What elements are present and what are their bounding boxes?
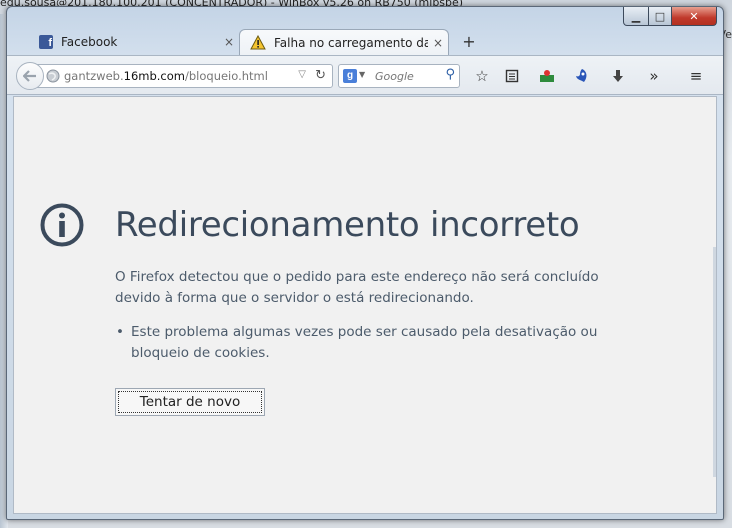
minimize-button[interactable]: ▁ <box>623 7 649 26</box>
reading-list-icon[interactable] <box>501 66 523 86</box>
new-tab-button[interactable]: + <box>459 33 479 53</box>
menu-icon[interactable]: ≡ <box>685 66 707 86</box>
search-icon[interactable]: ⚲ <box>445 67 455 82</box>
download-icon[interactable] <box>607 66 629 86</box>
warning-icon <box>250 35 266 50</box>
back-button[interactable] <box>16 62 44 90</box>
reload-icon[interactable]: ↻ <box>315 68 326 83</box>
tab-strip: f Facebook × Falha no carregamento da ..… <box>29 27 629 55</box>
window-caption-buttons: ▁ □ ✕ <box>623 7 717 26</box>
info-icon <box>40 203 84 247</box>
side-scroll-edge <box>713 247 716 477</box>
custom-addon-icon[interactable] <box>571 66 593 86</box>
error-hint-item: • Este problema algumas vezes pode ser c… <box>115 322 615 364</box>
facebook-icon: f <box>39 35 53 49</box>
tab-facebook[interactable]: f Facebook × <box>29 29 239 55</box>
chevron-down-icon[interactable]: ▼ <box>359 70 365 79</box>
back-arrow-icon <box>23 70 36 82</box>
retry-button[interactable]: Tentar de novo <box>115 388 265 416</box>
url-bar[interactable]: gantzweb.16mb.com/bloqueio.html ▽ ↻ <box>31 64 333 88</box>
firefox-window: ▁ □ ✕ f Facebook × Falha no carregamento… <box>6 6 724 520</box>
close-window-button[interactable]: ✕ <box>672 7 717 26</box>
maximize-button[interactable]: □ <box>649 7 672 26</box>
globe-icon <box>46 69 60 83</box>
tab-label: Facebook <box>61 35 118 49</box>
error-description: O Firefox detectou que o pedido para est… <box>115 269 599 306</box>
url-text[interactable]: gantzweb.16mb.com/bloqueio.html <box>64 69 268 83</box>
error-hint-text: Este problema algumas vezes pode ser cau… <box>131 324 598 361</box>
navigation-toolbar: gantzweb.16mb.com/bloqueio.html ▽ ↻ g ▼ … <box>7 55 723 95</box>
tab-error-page[interactable]: Falha no carregamento da ... × <box>239 29 449 55</box>
tab-label: Falha no carregamento da ... <box>274 35 428 50</box>
error-page-content: Redirecionamento incorreto O Firefox det… <box>13 96 717 514</box>
search-input[interactable]: Google <box>375 70 414 83</box>
tab-close-button[interactable]: × <box>428 36 448 50</box>
tab-close-button[interactable]: × <box>219 35 239 49</box>
overflow-icon[interactable]: » <box>643 66 665 86</box>
google-icon[interactable]: g <box>343 69 357 83</box>
search-bar[interactable]: g ▼ Google ⚲ <box>338 64 460 88</box>
bullet-icon: • <box>116 324 124 340</box>
star-icon[interactable]: ☆ <box>471 66 493 86</box>
retry-button-label: Tentar de novo <box>118 391 262 413</box>
extension-icon[interactable] <box>536 66 558 86</box>
history-dropdown-icon[interactable]: ▽ <box>298 69 306 80</box>
page-title: Redirecionamento incorreto <box>115 205 580 245</box>
